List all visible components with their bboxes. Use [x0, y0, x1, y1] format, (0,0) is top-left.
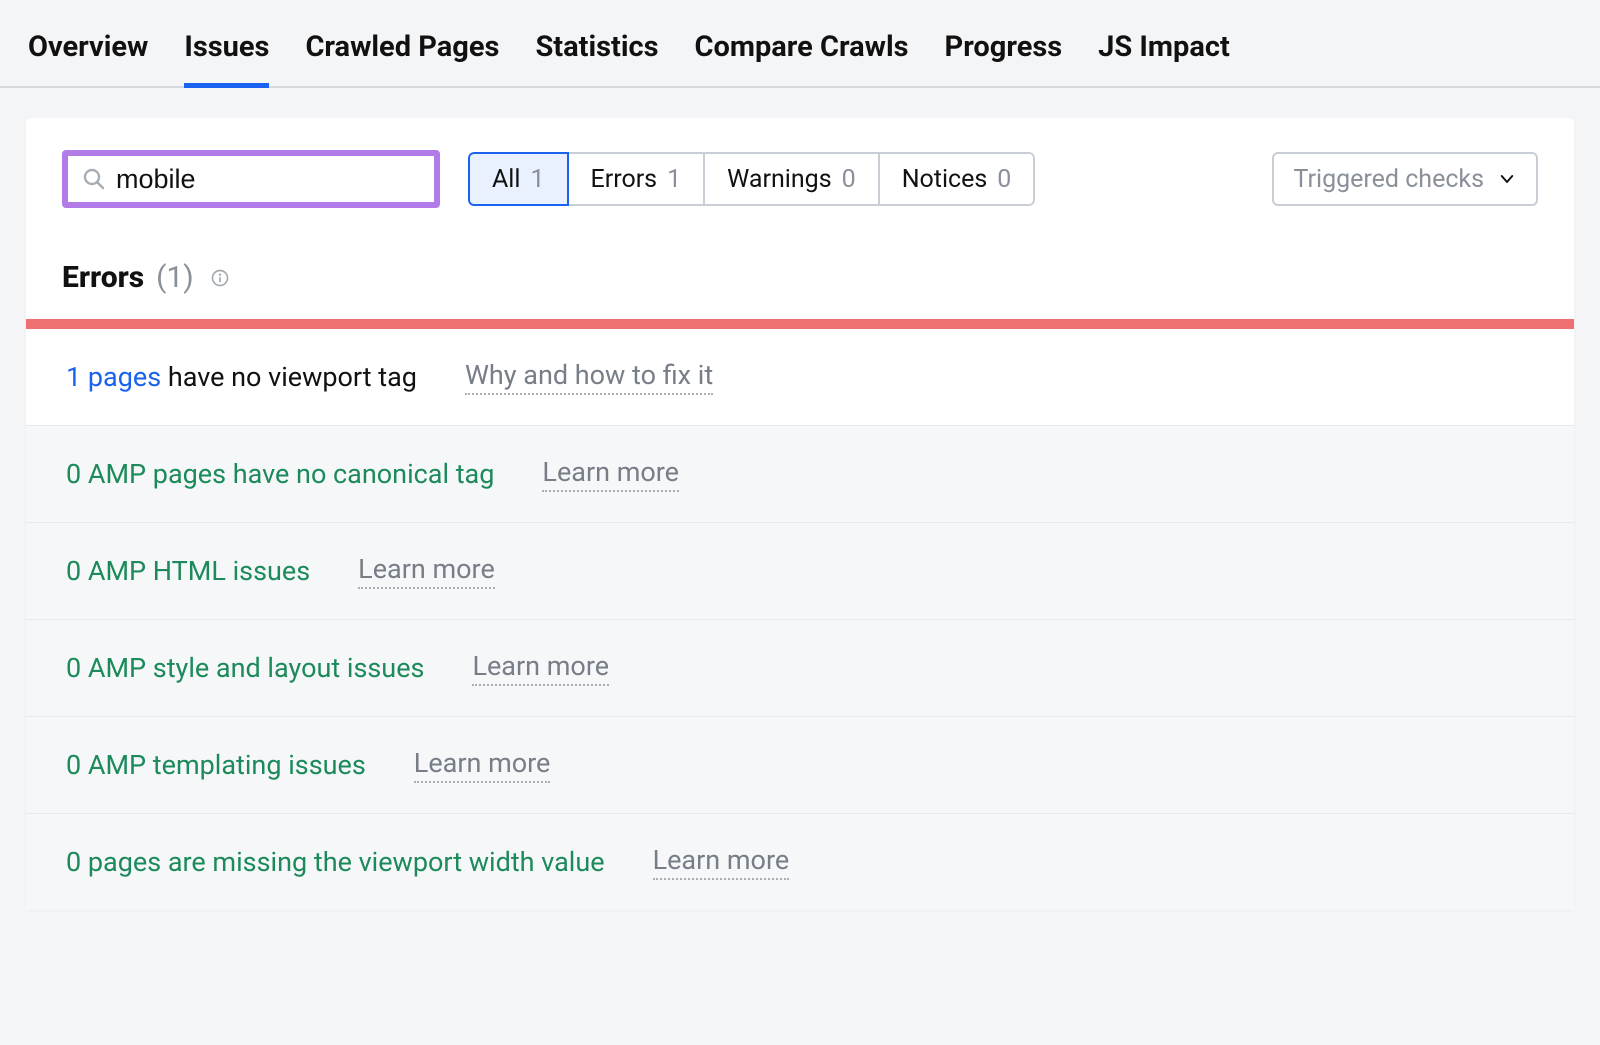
filter-label: Errors [591, 165, 658, 194]
triggered-checks-dropdown[interactable]: Triggered checks [1272, 152, 1538, 206]
tab-crawled-pages[interactable]: Crawled Pages [305, 18, 499, 86]
learn-more-link[interactable]: Learn more [358, 553, 495, 589]
issue-text: 0 AMP HTML issues [66, 555, 310, 587]
issue-row: 0 AMP templating issues Learn more [26, 716, 1574, 813]
issue-text: 0 AMP templating issues [66, 749, 366, 781]
section-heading: Errors (1) [26, 232, 1574, 319]
learn-more-link[interactable]: Learn more [653, 844, 790, 880]
section-count: (1) [156, 260, 194, 295]
search-input-wrap [62, 150, 440, 208]
filter-all[interactable]: All 1 [468, 152, 569, 206]
issue-row: 0 AMP HTML issues Learn more [26, 522, 1574, 619]
issue-row: 1 pages have no viewport tag Why and how … [26, 329, 1574, 425]
learn-more-link[interactable]: Learn more [472, 650, 609, 686]
learn-more-link[interactable]: Why and how to fix it [465, 359, 713, 395]
filter-label: All [492, 165, 520, 194]
learn-more-link[interactable]: Learn more [414, 747, 551, 783]
filter-count: 0 [997, 165, 1011, 194]
learn-more-link[interactable]: Learn more [542, 456, 679, 492]
triggered-checks-label: Triggered checks [1294, 165, 1484, 194]
filter-count: 0 [842, 165, 856, 194]
search-icon [82, 167, 106, 191]
issue-row: 0 AMP pages have no canonical tag Learn m… [26, 425, 1574, 522]
filter-warnings[interactable]: Warnings 0 [705, 152, 880, 206]
tab-progress[interactable]: Progress [945, 18, 1063, 86]
section-title: Errors [62, 260, 144, 295]
filter-count: 1 [667, 165, 681, 194]
filter-label: Notices [902, 165, 988, 194]
issue-text: 0 AMP style and layout issues [66, 652, 424, 684]
main-tabs: Overview Issues Crawled Pages Statistics Com… [0, 0, 1600, 88]
issue-text: 0 AMP pages have no canonical tag [66, 458, 494, 490]
issue-text: 0 pages are missing the viewport width v… [66, 846, 605, 878]
issue-row: 0 pages are missing the viewport width v… [26, 813, 1574, 910]
filter-label: Warnings [727, 165, 831, 194]
panel-toolbar: All 1 Errors 1 Warnings 0 Notices 0 Triggered c… [26, 118, 1574, 232]
filter-errors[interactable]: Errors 1 [569, 152, 706, 206]
tab-js-impact[interactable]: JS Impact [1098, 18, 1230, 86]
filter-notices[interactable]: Notices 0 [880, 152, 1036, 206]
issue-row: 0 AMP style and layout issues Learn more [26, 619, 1574, 716]
tab-issues[interactable]: Issues [184, 18, 269, 86]
severity-bar [26, 319, 1574, 329]
tab-compare-crawls[interactable]: Compare Crawls [695, 18, 909, 86]
issues-list: 1 pages have no viewport tag Why and how … [26, 329, 1574, 910]
filter-segment: All 1 Errors 1 Warnings 0 Notices 0 [468, 152, 1035, 206]
info-icon[interactable] [210, 268, 230, 288]
tab-statistics[interactable]: Statistics [535, 18, 658, 86]
issues-panel: All 1 Errors 1 Warnings 0 Notices 0 Triggered c… [26, 118, 1574, 910]
tab-overview[interactable]: Overview [28, 18, 148, 86]
issue-count-link[interactable]: 1 pages [66, 361, 161, 393]
search-input[interactable] [116, 164, 470, 195]
filter-count: 1 [530, 165, 544, 194]
chevron-down-icon [1498, 170, 1516, 188]
issue-text[interactable]: 1 pages have no viewport tag [66, 361, 417, 393]
